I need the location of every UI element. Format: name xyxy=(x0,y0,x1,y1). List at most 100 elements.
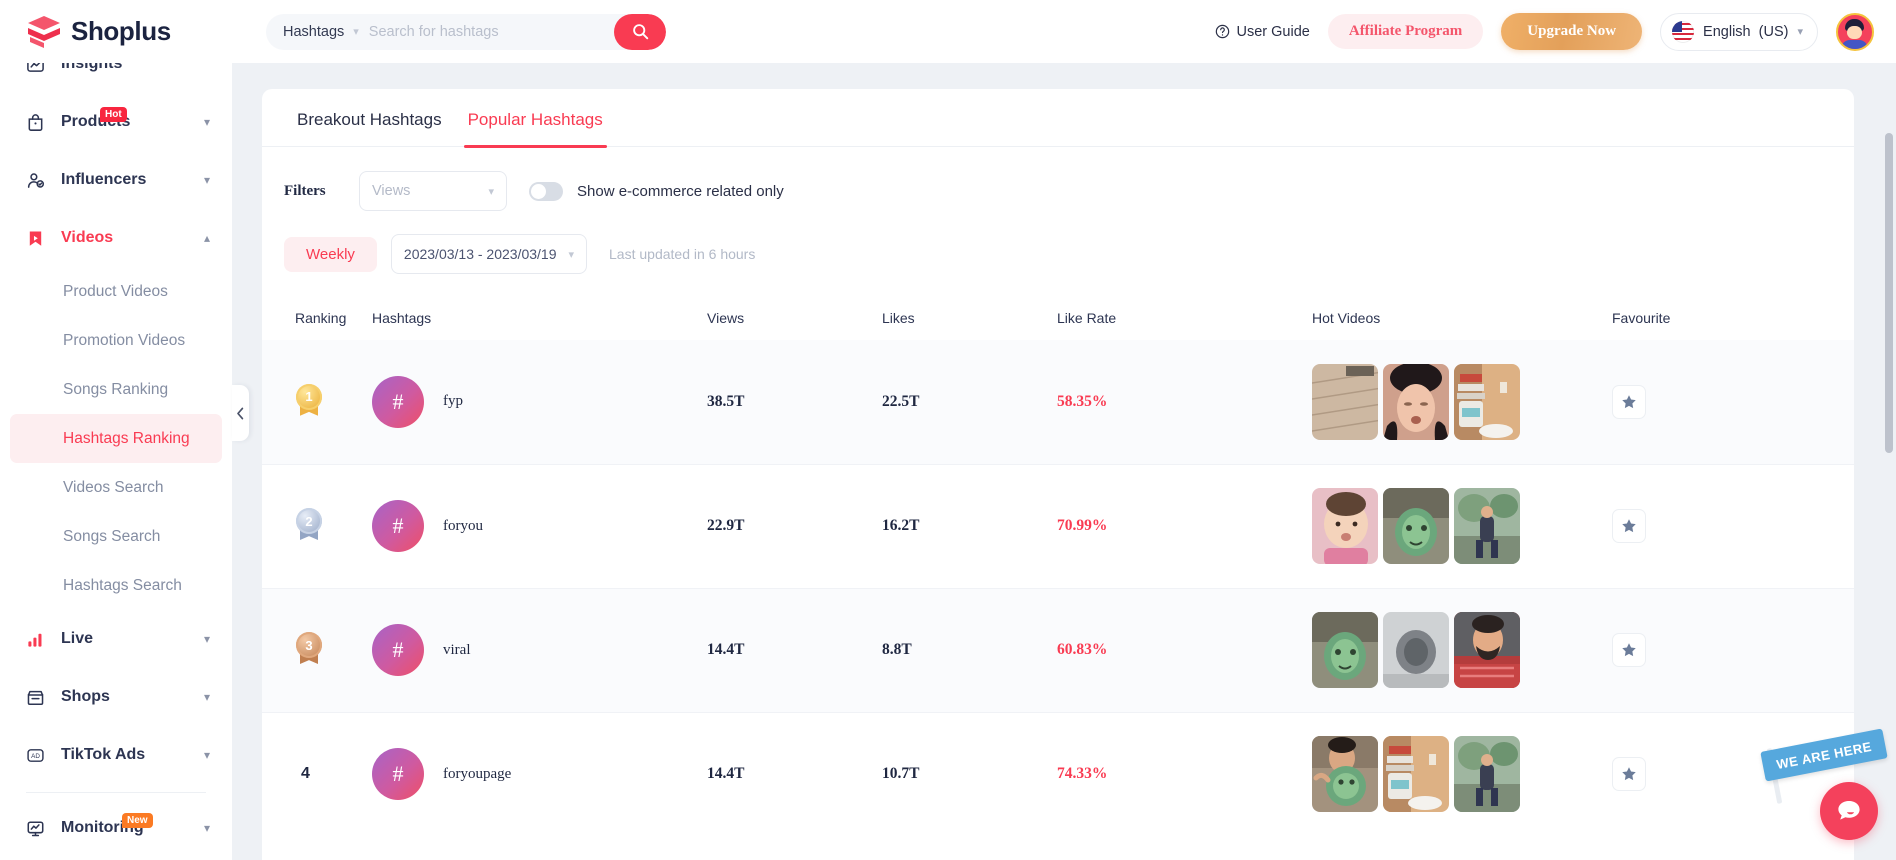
rank-value: 3 xyxy=(296,632,322,658)
video-thumbnail[interactable] xyxy=(1312,612,1378,688)
chevron-down-icon[interactable]: ▾ xyxy=(204,748,210,762)
sidebar-subitem-hashtags-ranking[interactable]: Hashtags Ranking xyxy=(10,414,222,463)
chevron-down-icon[interactable]: ▾ xyxy=(204,173,210,187)
chevron-down-icon[interactable]: ▾ xyxy=(204,115,210,129)
chevron-down-icon[interactable]: ▾ xyxy=(204,821,210,835)
sort-by-select[interactable]: Views ▾ xyxy=(359,171,507,211)
chevron-down-icon[interactable]: ▾ xyxy=(204,632,210,646)
sidebar-collapse-toggle[interactable] xyxy=(232,385,249,441)
video-thumbnail[interactable] xyxy=(1383,612,1449,688)
chevron-up-icon[interactable]: ▴ xyxy=(204,231,210,245)
hashtag-name[interactable]: foryou xyxy=(443,518,483,535)
sidebar-item-influencers[interactable]: Influencers ▾ xyxy=(0,151,232,209)
sidebar-item-insights[interactable]: Insights xyxy=(0,63,232,93)
like-rate-value: 70.99% xyxy=(1057,517,1108,534)
video-thumbnail[interactable] xyxy=(1383,363,1449,440)
sidebar-label: Videos xyxy=(61,229,114,246)
cell-ranking: 2 xyxy=(262,464,372,588)
cell-likes: 22.5T xyxy=(882,340,1057,464)
sidebar-subitem-hashtags-search[interactable]: Hashtags Search xyxy=(10,561,222,610)
sidebar-subitem-product-videos[interactable]: Product Videos xyxy=(10,267,222,316)
views-value: 14.4T xyxy=(707,765,745,783)
person-icon xyxy=(26,171,49,190)
sidebar-subitem-promotion-videos[interactable]: Promotion Videos xyxy=(10,316,222,365)
chevron-down-icon: ▾ xyxy=(568,248,575,261)
tab-popular-hashtags[interactable]: Popular Hashtags xyxy=(455,89,616,148)
video-thumbnail[interactable] xyxy=(1312,736,1378,813)
video-thumbnail[interactable] xyxy=(1312,488,1378,564)
brand-logo[interactable]: Shoplus xyxy=(0,15,232,49)
chevron-down-icon[interactable]: ▾ xyxy=(204,690,210,704)
sidebar-item-tiktok-ads[interactable]: AD TikTok Ads ▾ xyxy=(0,726,232,784)
upgrade-now-button[interactable]: Upgrade Now xyxy=(1501,13,1643,50)
video-thumbnail[interactable] xyxy=(1383,488,1449,564)
hashtag-name[interactable]: viral xyxy=(443,642,471,659)
tab-breakout-hashtags[interactable]: Breakout Hashtags xyxy=(284,89,455,147)
ecommerce-only-toggle[interactable] xyxy=(529,181,563,201)
favourite-button[interactable] xyxy=(1612,757,1646,792)
favourite-button[interactable] xyxy=(1612,509,1646,543)
affiliate-program-button[interactable]: Affiliate Program xyxy=(1327,14,1484,49)
ecommerce-only-label: Show e-commerce related only xyxy=(577,182,784,200)
like-rate-value: 74.33% xyxy=(1057,765,1108,783)
star-icon xyxy=(1622,767,1636,781)
column-ranking: Ranking xyxy=(262,296,372,340)
weekly-button[interactable]: Weekly xyxy=(284,236,377,272)
column-hashtags: Hashtags xyxy=(372,296,707,340)
column-likes: Likes xyxy=(882,296,1057,340)
search-category[interactable]: Hashtags xyxy=(266,24,344,40)
date-range-select[interactable]: 2023/03/13 - 2023/03/19 ▾ xyxy=(390,234,588,274)
vertical-scrollbar[interactable] xyxy=(1885,133,1893,453)
sidebar-item-monitoring[interactable]: Monitoring New ▾ xyxy=(0,799,232,857)
app-root: Shoplus Hashtags ▾ User Guide Affiliate … xyxy=(0,0,1896,860)
user-guide-label: User Guide xyxy=(1236,23,1310,40)
star-icon xyxy=(1622,395,1636,408)
cell-ranking: 1 xyxy=(262,340,372,464)
hash-icon: # xyxy=(372,748,424,801)
rank-value: 1 xyxy=(296,383,322,410)
cell-views: 22.9T xyxy=(707,464,882,588)
cell-like-rate: 74.33% xyxy=(1057,712,1312,836)
sidebar-item-products[interactable]: Products Hot ▾ xyxy=(0,93,232,151)
sidebar-item-live[interactable]: Live ▾ xyxy=(0,610,232,668)
main-content: Breakout Hashtags Popular Hashtags Filte… xyxy=(232,63,1896,860)
video-thumbnail[interactable] xyxy=(1312,363,1378,440)
video-thumbnail[interactable] xyxy=(1454,363,1520,440)
sidebar-subitem-songs-ranking[interactable]: Songs Ranking xyxy=(10,365,222,414)
sidebar-item-shops[interactable]: Shops ▾ xyxy=(0,668,232,726)
cell-hashtag: # foryou xyxy=(372,464,707,588)
video-thumbnail[interactable] xyxy=(1383,736,1449,813)
likes-value: 22.5T xyxy=(882,392,920,410)
sidebar-subitem-songs-search[interactable]: Songs Search xyxy=(10,512,222,561)
chat-widget: WE ARE HERE xyxy=(1760,714,1888,854)
chevron-down-icon[interactable]: ▾ xyxy=(353,25,359,38)
cell-hot-videos xyxy=(1312,340,1612,464)
cell-hot-videos xyxy=(1312,588,1612,712)
video-flag-icon xyxy=(26,229,49,248)
table-row: 1 # fyp 38.5T 22.5T 58.35% xyxy=(262,340,1854,464)
sidebar-divider xyxy=(26,792,206,793)
avatar[interactable] xyxy=(1836,12,1874,51)
rank-medal-gold: 1 xyxy=(295,383,323,420)
like-rate-value: 58.35% xyxy=(1057,392,1108,410)
rank-value: 2 xyxy=(296,508,322,534)
svg-text:AD: AD xyxy=(31,752,40,759)
chat-button[interactable] xyxy=(1820,782,1878,840)
hashtag-name[interactable]: foryoupage xyxy=(443,766,511,783)
language-selector[interactable]: English (US) ▾ xyxy=(1660,12,1818,51)
video-thumbnail[interactable] xyxy=(1454,488,1520,564)
search-bar[interactable]: Hashtags ▾ xyxy=(266,13,666,50)
favourite-button[interactable] xyxy=(1612,384,1646,419)
user-guide-link[interactable]: User Guide xyxy=(1215,24,1310,40)
video-thumbnail[interactable] xyxy=(1454,612,1520,688)
sidebar-subitem-videos-search[interactable]: Videos Search xyxy=(10,463,222,512)
video-thumbnail[interactable] xyxy=(1454,736,1520,813)
chevron-left-icon xyxy=(237,407,244,419)
help-circle-icon xyxy=(1215,24,1229,39)
cell-hashtag: # fyp xyxy=(372,340,707,464)
hashtag-name[interactable]: fyp xyxy=(443,393,463,410)
sidebar-item-videos[interactable]: Videos ▴ xyxy=(0,209,232,267)
favourite-button[interactable] xyxy=(1612,633,1646,667)
search-button[interactable] xyxy=(614,13,666,50)
star-icon xyxy=(1622,519,1636,533)
